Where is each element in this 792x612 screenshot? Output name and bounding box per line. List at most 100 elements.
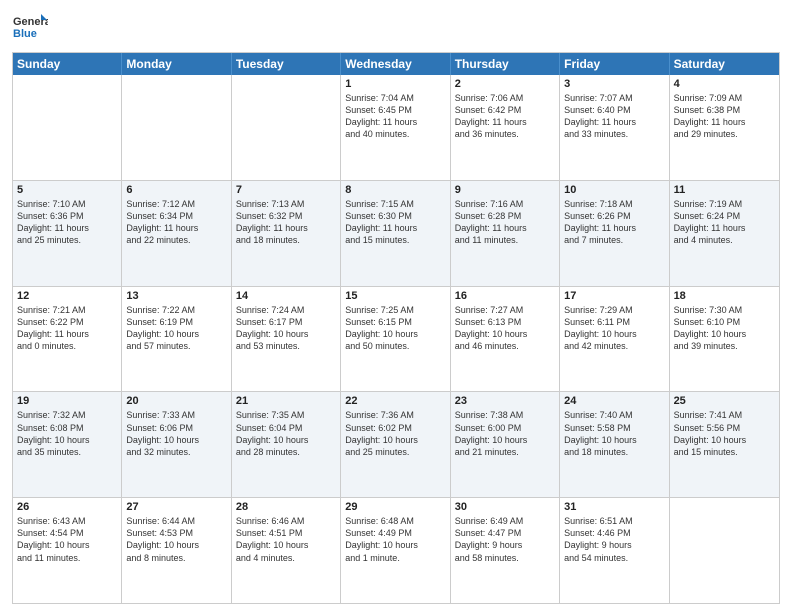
day-number: 29 [345,501,445,513]
day-info: Sunrise: 7:27 AM Sunset: 6:13 PM Dayligh… [455,304,555,353]
day-number: 2 [455,78,555,90]
day-number: 18 [674,290,775,302]
calendar-cell: 5 Sunrise: 7:10 AM Sunset: 6:36 PM Daylig… [13,181,122,286]
day-info: Sunrise: 7:35 AM Sunset: 6:04 PM Dayligh… [236,409,336,458]
day-info: Sunrise: 7:30 AM Sunset: 6:10 PM Dayligh… [674,304,775,353]
calendar-cell: 29Sunrise: 6:48 AM Sunset: 4:49 PM Dayli… [341,498,450,603]
calendar-cell: 31Sunrise: 6:51 AM Sunset: 4:46 PM Dayli… [560,498,669,603]
calendar-cell: 26 Sunrise: 6:43 AM Sunset: 4:54 PM Dayli… [13,498,122,603]
day-number: 27 [126,501,226,513]
calendar-cell [13,75,122,180]
day-info: Sunrise: 7:22 AM Sunset: 6:19 PM Dayligh… [126,304,226,353]
calendar-row-4: 26 Sunrise: 6:43 AM Sunset: 4:54 PM Dayli… [13,497,779,603]
day-number: 4 [674,78,775,90]
calendar-cell: 30 Sunrise: 6:49 AM Sunset: 4:47 PM Dayli… [451,498,560,603]
day-info: Sunrise: 7:25 AM Sunset: 6:15 PM Dayligh… [345,304,445,353]
calendar-cell: 18 Sunrise: 7:30 AM Sunset: 6:10 PM Dayli… [670,287,779,392]
weekday-header-monday: Monday [122,53,231,75]
calendar-cell: 12 Sunrise: 7:21 AM Sunset: 6:22 PM Dayli… [13,287,122,392]
day-number: 31 [564,501,664,513]
calendar-cell: 6 Sunrise: 7:12 AM Sunset: 6:34 PM Daylig… [122,181,231,286]
day-info: Sunrise: 7:13 AM Sunset: 6:32 PM Dayligh… [236,198,336,247]
calendar-cell: 10 Sunrise: 7:18 AM Sunset: 6:26 PM Dayli… [560,181,669,286]
calendar-cell: 9 Sunrise: 7:16 AM Sunset: 6:28 PM Daylig… [451,181,560,286]
calendar-cell: 19 Sunrise: 7:32 AM Sunset: 6:08 PM Dayli… [13,392,122,497]
day-number: 14 [236,290,336,302]
day-info: Sunrise: 7:32 AM Sunset: 6:08 PM Dayligh… [17,409,117,458]
day-info: Sunrise: 7:07 AM Sunset: 6:40 PM Dayligh… [564,92,664,141]
day-number: 10 [564,184,664,196]
calendar-cell: 20Sunrise: 7:33 AM Sunset: 6:06 PM Dayli… [122,392,231,497]
calendar-cell: 22 Sunrise: 7:36 AM Sunset: 6:02 PM Dayli… [341,392,450,497]
day-info: Sunrise: 7:41 AM Sunset: 5:56 PM Dayligh… [674,409,775,458]
day-info: Sunrise: 7:12 AM Sunset: 6:34 PM Dayligh… [126,198,226,247]
logo-icon: General Blue [12,10,48,46]
day-number: 30 [455,501,555,513]
day-number: 19 [17,395,117,407]
day-number: 7 [236,184,336,196]
calendar-cell [670,498,779,603]
day-info: Sunrise: 6:49 AM Sunset: 4:47 PM Dayligh… [455,515,555,564]
day-info: Sunrise: 7:06 AM Sunset: 6:42 PM Dayligh… [455,92,555,141]
day-number: 26 [17,501,117,513]
calendar-cell: 23 Sunrise: 7:38 AM Sunset: 6:00 PM Dayli… [451,392,560,497]
day-number: 23 [455,395,555,407]
day-info: Sunrise: 7:09 AM Sunset: 6:38 PM Dayligh… [674,92,775,141]
calendar-cell: 2 Sunrise: 7:06 AM Sunset: 6:42 PM Daylig… [451,75,560,180]
day-info: Sunrise: 7:15 AM Sunset: 6:30 PM Dayligh… [345,198,445,247]
page-header: General Blue [12,10,780,46]
day-info: Sunrise: 7:16 AM Sunset: 6:28 PM Dayligh… [455,198,555,247]
day-info: Sunrise: 6:44 AM Sunset: 4:53 PM Dayligh… [126,515,226,564]
day-number: 20 [126,395,226,407]
day-number: 17 [564,290,664,302]
day-number: 15 [345,290,445,302]
day-info: Sunrise: 7:40 AM Sunset: 5:58 PM Dayligh… [564,409,664,458]
logo: General Blue [12,10,48,46]
day-number: 8 [345,184,445,196]
day-info: Sunrise: 7:19 AM Sunset: 6:24 PM Dayligh… [674,198,775,247]
day-number: 11 [674,184,775,196]
day-number: 24 [564,395,664,407]
calendar-row-1: 5 Sunrise: 7:10 AM Sunset: 6:36 PM Daylig… [13,180,779,286]
weekday-header-sunday: Sunday [13,53,122,75]
calendar-cell: 21 Sunrise: 7:35 AM Sunset: 6:04 PM Dayli… [232,392,341,497]
day-number: 16 [455,290,555,302]
day-number: 12 [17,290,117,302]
day-number: 21 [236,395,336,407]
calendar: SundayMondayTuesdayWednesdayThursdayFrid… [12,52,780,604]
day-number: 6 [126,184,226,196]
day-info: Sunrise: 7:18 AM Sunset: 6:26 PM Dayligh… [564,198,664,247]
calendar-cell: 8 Sunrise: 7:15 AM Sunset: 6:30 PM Daylig… [341,181,450,286]
calendar-cell: 1 Sunrise: 7:04 AM Sunset: 6:45 PM Daylig… [341,75,450,180]
calendar-row-2: 12 Sunrise: 7:21 AM Sunset: 6:22 PM Dayli… [13,286,779,392]
day-number: 9 [455,184,555,196]
day-info: Sunrise: 6:43 AM Sunset: 4:54 PM Dayligh… [17,515,117,564]
calendar-cell [122,75,231,180]
calendar-header: SundayMondayTuesdayWednesdayThursdayFrid… [13,53,779,75]
day-info: Sunrise: 7:29 AM Sunset: 6:11 PM Dayligh… [564,304,664,353]
calendar-cell: 28Sunrise: 6:46 AM Sunset: 4:51 PM Dayli… [232,498,341,603]
day-number: 22 [345,395,445,407]
calendar-row-0: 1 Sunrise: 7:04 AM Sunset: 6:45 PM Daylig… [13,75,779,180]
day-info: Sunrise: 7:04 AM Sunset: 6:45 PM Dayligh… [345,92,445,141]
calendar-cell: 24 Sunrise: 7:40 AM Sunset: 5:58 PM Dayli… [560,392,669,497]
calendar-cell: 7 Sunrise: 7:13 AM Sunset: 6:32 PM Daylig… [232,181,341,286]
day-info: Sunrise: 7:24 AM Sunset: 6:17 PM Dayligh… [236,304,336,353]
day-info: Sunrise: 7:38 AM Sunset: 6:00 PM Dayligh… [455,409,555,458]
calendar-cell: 14 Sunrise: 7:24 AM Sunset: 6:17 PM Dayli… [232,287,341,392]
calendar-cell: 17 Sunrise: 7:29 AM Sunset: 6:11 PM Dayli… [560,287,669,392]
day-number: 5 [17,184,117,196]
calendar-row-3: 19 Sunrise: 7:32 AM Sunset: 6:08 PM Dayli… [13,391,779,497]
calendar-cell: 4 Sunrise: 7:09 AM Sunset: 6:38 PM Daylig… [670,75,779,180]
weekday-header-thursday: Thursday [451,53,560,75]
calendar-cell: 16 Sunrise: 7:27 AM Sunset: 6:13 PM Dayli… [451,287,560,392]
calendar-cell [232,75,341,180]
day-info: Sunrise: 7:36 AM Sunset: 6:02 PM Dayligh… [345,409,445,458]
day-number: 1 [345,78,445,90]
calendar-body: 1 Sunrise: 7:04 AM Sunset: 6:45 PM Daylig… [13,75,779,603]
calendar-cell: 25Sunrise: 7:41 AM Sunset: 5:56 PM Dayli… [670,392,779,497]
day-info: Sunrise: 7:21 AM Sunset: 6:22 PM Dayligh… [17,304,117,353]
day-info: Sunrise: 7:10 AM Sunset: 6:36 PM Dayligh… [17,198,117,247]
svg-text:Blue: Blue [13,28,37,40]
weekday-header-friday: Friday [560,53,669,75]
